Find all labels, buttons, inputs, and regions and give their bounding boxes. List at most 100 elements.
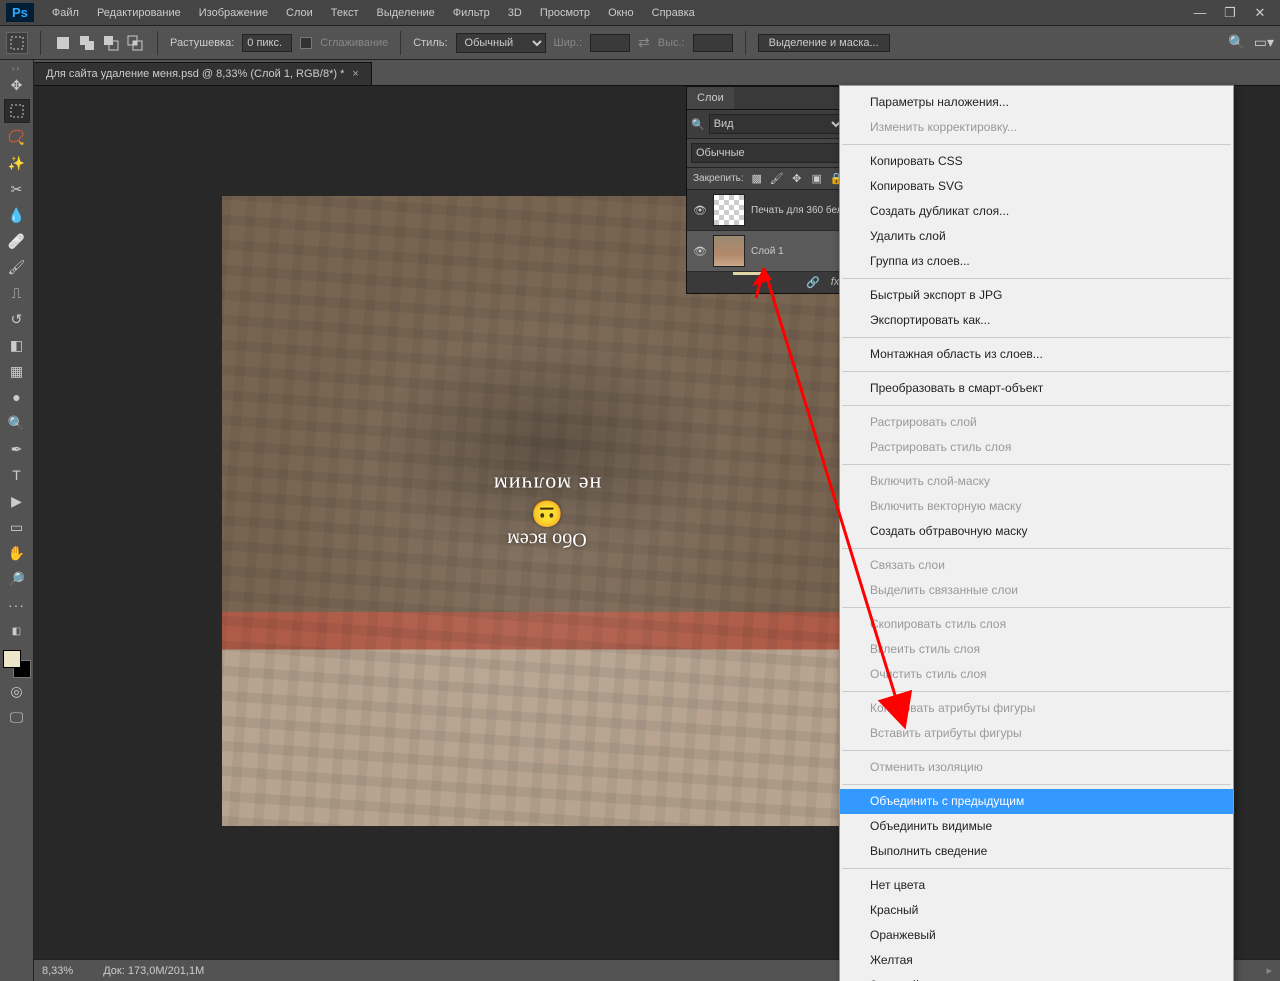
app-logo: Ps — [6, 3, 34, 22]
toolbar-grip-icon[interactable]: ›› — [7, 64, 27, 72]
menu-help[interactable]: Справка — [644, 3, 703, 23]
layer-thumbnail[interactable] — [713, 194, 745, 226]
menu-view[interactable]: Просмотр — [532, 3, 598, 23]
context-menu-item[interactable]: Быстрый экспорт в JPG — [840, 283, 1233, 308]
layer-filter-select[interactable]: Вид — [709, 114, 845, 134]
blur-tool[interactable]: ● — [4, 385, 30, 409]
rectangular-marquee-tool[interactable] — [4, 99, 30, 123]
context-menu-item[interactable]: Оранжевый — [840, 923, 1233, 948]
context-menu-item[interactable]: Группа из слоев... — [840, 249, 1233, 274]
default-colors-icon[interactable]: ◧ — [4, 619, 30, 643]
context-menu-item[interactable]: Монтажная область из слоев... — [840, 342, 1233, 367]
lock-pixels-icon[interactable]: ▩ — [750, 172, 764, 185]
context-menu-separator — [842, 868, 1231, 869]
lock-artboard-icon[interactable]: ▣ — [810, 172, 824, 185]
menu-edit[interactable]: Редактирование — [89, 3, 189, 23]
rectangle-tool[interactable]: ▭ — [4, 515, 30, 539]
hand-tool[interactable]: ✋ — [4, 541, 30, 565]
link-layers-icon[interactable]: 🔗 — [805, 276, 821, 289]
context-menu-item[interactable]: Создать обтравочную маску — [840, 519, 1233, 544]
context-menu-separator — [842, 464, 1231, 465]
context-menu-item: Отменить изоляцию — [840, 755, 1233, 780]
type-tool[interactable]: T — [4, 463, 30, 487]
tools-panel: ›› ✥ 📿 ✨ ✂ 💧 🩹 🖌 ⎍ ↺ ◧ ▦ ● 🔍 ✒ T ▶ ▭ ✋ 🔎… — [0, 60, 34, 981]
document-tab[interactable]: Для сайта удаление меня.psd @ 8,33% (Сло… — [34, 62, 372, 85]
edit-toolbar[interactable]: ··· — [4, 593, 30, 617]
marquee-tool-preset-icon[interactable] — [6, 32, 28, 54]
style-select[interactable]: Обычный — [456, 33, 546, 53]
menu-filter[interactable]: Фильтр — [445, 3, 498, 23]
zoom-level[interactable]: 8,33% — [42, 965, 73, 977]
layers-tab[interactable]: Слои — [687, 87, 734, 109]
context-menu-separator — [842, 144, 1231, 145]
quickmask-icon[interactable]: ◎ — [4, 679, 30, 703]
context-menu-item[interactable]: Объединить с предыдущим — [840, 789, 1233, 814]
context-menu-item: Копировать атрибуты фигуры — [840, 696, 1233, 721]
context-menu-separator — [842, 405, 1231, 406]
menu-window[interactable]: Окно — [600, 3, 642, 23]
context-menu-item[interactable]: Параметры наложения... — [840, 90, 1233, 115]
move-tool[interactable]: ✥ — [4, 73, 30, 97]
context-menu-item[interactable]: Нет цвета — [840, 873, 1233, 898]
context-menu-item[interactable]: Копировать CSS — [840, 149, 1233, 174]
selection-intersect-icon[interactable] — [125, 33, 145, 53]
context-menu-item[interactable]: Выполнить сведение — [840, 839, 1233, 864]
select-and-mask-button[interactable]: Выделение и маска... — [758, 34, 890, 52]
selection-new-icon[interactable] — [53, 33, 73, 53]
layer-thumbnail[interactable] — [713, 235, 745, 267]
search-icon[interactable]: 🔍 — [1228, 34, 1245, 51]
context-menu-separator — [842, 278, 1231, 279]
history-brush-tool[interactable]: ↺ — [4, 307, 30, 331]
maximize-button[interactable]: ❐ — [1216, 3, 1244, 23]
zoom-tool[interactable]: 🔎 — [4, 567, 30, 591]
options-bar: Растушевка: Сглаживание Стиль: Обычный Ш… — [0, 26, 1280, 60]
brush-tool[interactable]: 🖌 — [4, 255, 30, 279]
eyedropper-tool[interactable]: 💧 — [4, 203, 30, 227]
menu-bar: Файл Редактирование Изображение Слои Тек… — [44, 3, 1186, 23]
feather-input[interactable] — [242, 34, 292, 52]
workspace-switcher-icon[interactable]: ▭▾ — [1254, 34, 1274, 51]
context-menu-item: Растрировать стиль слоя — [840, 435, 1233, 460]
visibility-icon[interactable]: 👁 — [693, 245, 707, 258]
close-button[interactable]: ✕ — [1246, 3, 1274, 23]
context-menu-item[interactable]: Копировать SVG — [840, 174, 1233, 199]
crop-tool[interactable]: ✂ — [4, 177, 30, 201]
menu-image[interactable]: Изображение — [191, 3, 276, 23]
menu-select[interactable]: Выделение — [369, 3, 443, 23]
menu-layers[interactable]: Слои — [278, 3, 321, 23]
screenmode-icon[interactable]: 🖵 — [4, 705, 30, 729]
pen-tool[interactable]: ✒ — [4, 437, 30, 461]
context-menu-item[interactable]: Удалить слой — [840, 224, 1233, 249]
menu-file[interactable]: Файл — [44, 3, 87, 23]
doc-info[interactable]: Док: 173,0M/201,1M — [103, 965, 204, 977]
magic-wand-tool[interactable]: ✨ — [4, 151, 30, 175]
lock-position-icon[interactable]: ✥ — [790, 172, 804, 185]
lock-brush-icon[interactable]: 🖌 — [770, 172, 784, 185]
context-menu-item[interactable]: Экспортировать как... — [840, 308, 1233, 333]
clone-stamp-tool[interactable]: ⎍ — [4, 281, 30, 305]
gradient-tool[interactable]: ▦ — [4, 359, 30, 383]
minimize-button[interactable]: — — [1186, 3, 1214, 23]
path-selection-tool[interactable]: ▶ — [4, 489, 30, 513]
healing-brush-tool[interactable]: 🩹 — [4, 229, 30, 253]
context-menu-item[interactable]: Красный — [840, 898, 1233, 923]
eraser-tool[interactable]: ◧ — [4, 333, 30, 357]
status-menu-icon[interactable]: ▸ — [1266, 964, 1272, 977]
fg-bg-colors[interactable] — [3, 650, 31, 678]
context-menu-item[interactable]: Желтая — [840, 948, 1233, 973]
selection-subtract-icon[interactable] — [101, 33, 121, 53]
selection-add-icon[interactable] — [77, 33, 97, 53]
context-menu-item[interactable]: Преобразовать в смарт-объект — [840, 376, 1233, 401]
close-tab-icon[interactable]: × — [352, 68, 358, 80]
context-menu-item[interactable]: Объединить видимые — [840, 814, 1233, 839]
context-menu-separator — [842, 607, 1231, 608]
foreground-color-swatch[interactable] — [3, 650, 21, 668]
height-input — [693, 34, 733, 52]
context-menu-item[interactable]: Зеленый — [840, 973, 1233, 981]
context-menu-item[interactable]: Создать дубликат слоя... — [840, 199, 1233, 224]
menu-text[interactable]: Текст — [323, 3, 367, 23]
dodge-tool[interactable]: 🔍 — [4, 411, 30, 435]
lasso-tool[interactable]: 📿 — [4, 125, 30, 149]
visibility-icon[interactable]: 👁 — [693, 204, 707, 217]
menu-3d[interactable]: 3D — [500, 3, 530, 23]
